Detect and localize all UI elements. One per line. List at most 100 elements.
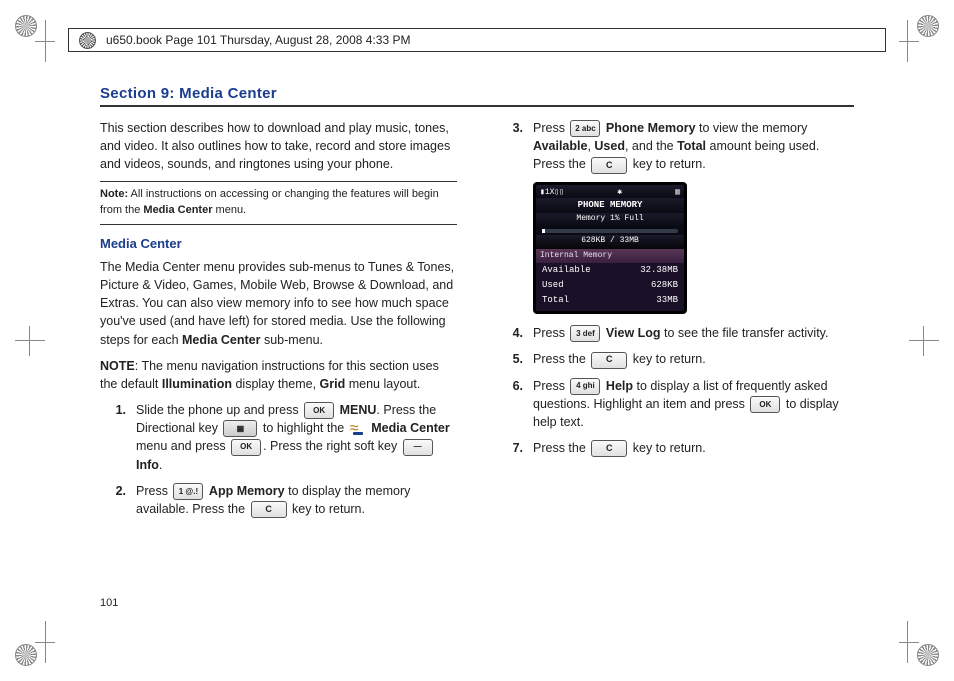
s5-b: key to return.: [629, 352, 705, 366]
crop-mark-bl: [15, 611, 55, 671]
s3-bold4: Total: [677, 139, 706, 153]
right-steps-2: 4. Press 3 def View Log to see the file …: [497, 324, 854, 457]
s1-e: menu and press: [136, 439, 229, 453]
step-5: 5. Press the C key to return.: [497, 350, 854, 368]
page-number: 101: [100, 597, 118, 609]
ok-key-icon: OK: [231, 439, 261, 456]
left-column: This section describes how to download a…: [100, 119, 457, 526]
s4-b: to see the file transfer activity.: [661, 326, 829, 340]
mc-desc-b: Media Center: [182, 333, 261, 347]
step-5-num: 5.: [497, 350, 533, 368]
s4-bold1: View Log: [606, 326, 661, 340]
ok-key-icon: OK: [304, 402, 334, 419]
register-icon: [79, 32, 96, 49]
mc-desc-c: sub-menu.: [261, 333, 324, 347]
step-6-body: Press 4 ghi Help to display a list of fr…: [533, 377, 854, 432]
ok-key-icon: OK: [750, 396, 780, 413]
subhead-media-center: Media Center: [100, 235, 457, 254]
step-5-body: Press the C key to return.: [533, 350, 854, 368]
step-7: 7. Press the C key to return.: [497, 439, 854, 457]
note2-e: Grid: [320, 377, 346, 391]
status-mid-icon: ✱: [617, 187, 622, 199]
s3-d: , and the: [625, 139, 677, 153]
c-key-icon: C: [591, 352, 627, 369]
s3-bold2: Available: [533, 139, 587, 153]
mem-used-label: Used: [542, 279, 564, 292]
phone-screenshot: ▮1X▯▯ ✱ ▥ PHONE MEMORY Memory 1% Full 62…: [533, 182, 687, 315]
s7-a: Press the: [533, 441, 589, 455]
memory-bar: [542, 229, 678, 233]
note-bold: Media Center: [143, 204, 212, 216]
phone-status-bar: ▮1X▯▯ ✱ ▥: [536, 185, 684, 199]
mem-available-label: Available: [542, 264, 591, 277]
s7-b: key to return.: [629, 441, 705, 455]
s3-a: Press: [533, 121, 568, 135]
internal-memory-header: Internal Memory: [536, 249, 684, 263]
mem-total-label: Total: [542, 294, 569, 307]
right-steps: 3. Press 2 abc Phone Memory to view the …: [497, 119, 854, 174]
s2-bold1: App Memory: [209, 484, 285, 498]
softkey-icon: —: [403, 439, 433, 456]
crop-mark-tl: [15, 10, 55, 70]
step-4-num: 4.: [497, 324, 533, 342]
note2-f: menu layout.: [345, 377, 420, 391]
right-column: 3. Press 2 abc Phone Memory to view the …: [497, 119, 854, 526]
key-2-icon: 2 abc: [570, 120, 600, 137]
step-7-num: 7.: [497, 439, 533, 457]
step-7-body: Press the C key to return.: [533, 439, 854, 457]
page-content: Section 9: Media Center This section des…: [100, 85, 854, 621]
c-key-icon: C: [591, 157, 627, 174]
mem-available-value: 32.38MB: [640, 264, 678, 277]
step-1-num: 1.: [100, 401, 136, 474]
intro-text: This section describes how to download a…: [100, 119, 457, 173]
mem-row-used: Used 628KB: [536, 278, 684, 293]
directional-key-icon: ▦: [223, 420, 257, 437]
s1-a: Slide the phone up and press: [136, 403, 302, 417]
s1-bold2: Media Center: [371, 421, 450, 435]
crop-mark-left: [15, 326, 45, 356]
key-4-icon: 4 ghi: [570, 378, 600, 395]
c-key-icon: C: [591, 440, 627, 457]
s5-a: Press the: [533, 352, 589, 366]
s1-f: . Press the right soft key: [263, 439, 401, 453]
s3-bold3: Used: [594, 139, 625, 153]
s3-b: to view the memory: [696, 121, 808, 135]
step-6: 6. Press 4 ghi Help to display a list of…: [497, 377, 854, 432]
s1-d: to highlight the: [259, 421, 347, 435]
step-2-num: 2.: [100, 482, 136, 518]
crop-mark-right: [909, 326, 939, 356]
framemaker-text: u650.book Page 101 Thursday, August 28, …: [106, 33, 410, 47]
phone-title: PHONE MEMORY: [536, 198, 684, 213]
c-key-icon: C: [251, 501, 287, 518]
crop-mark-tr: [899, 10, 939, 70]
section-title: Section 9: Media Center: [100, 85, 854, 107]
phone-subtitle: Memory 1% Full: [536, 213, 684, 227]
s1-bold1: MENU: [340, 403, 377, 417]
step-3-body: Press 2 abc Phone Memory to view the mem…: [533, 119, 854, 174]
media-center-icon: [350, 423, 366, 435]
note2-c: Illumination: [162, 377, 232, 391]
mem-row-available: Available 32.38MB: [536, 263, 684, 278]
s6-bold1: Help: [606, 379, 633, 393]
step-6-num: 6.: [497, 377, 533, 432]
memory-bar-label: 628KB / 33MB: [536, 235, 684, 250]
step-4: 4. Press 3 def View Log to see the file …: [497, 324, 854, 342]
s6-a: Press: [533, 379, 568, 393]
note2-a: NOTE: [100, 359, 135, 373]
note-box: Note: All instructions on accessing or c…: [100, 181, 457, 225]
crop-mark-br: [899, 611, 939, 671]
note-label: Note:: [100, 188, 128, 200]
note-tail: menu.: [212, 204, 246, 216]
s3-f: key to return.: [629, 157, 705, 171]
step-1: 1. Slide the phone up and press OK MENU.…: [100, 401, 457, 474]
key-3-icon: 3 def: [570, 325, 600, 342]
note2-d: display theme,: [232, 377, 320, 391]
mc-desc: The Media Center menu provides sub-menus…: [100, 258, 457, 349]
framemaker-header: u650.book Page 101 Thursday, August 28, …: [68, 28, 886, 52]
mc-note2: NOTE: The menu navigation instructions f…: [100, 357, 457, 393]
step-1-body: Slide the phone up and press OK MENU . Pr…: [136, 401, 457, 474]
step-2-body: Press 1 @.! App Memory to display the me…: [136, 482, 457, 518]
step-2: 2. Press 1 @.! App Memory to display the…: [100, 482, 457, 518]
s3-bold1: Phone Memory: [606, 121, 696, 135]
left-steps: 1. Slide the phone up and press OK MENU.…: [100, 401, 457, 518]
